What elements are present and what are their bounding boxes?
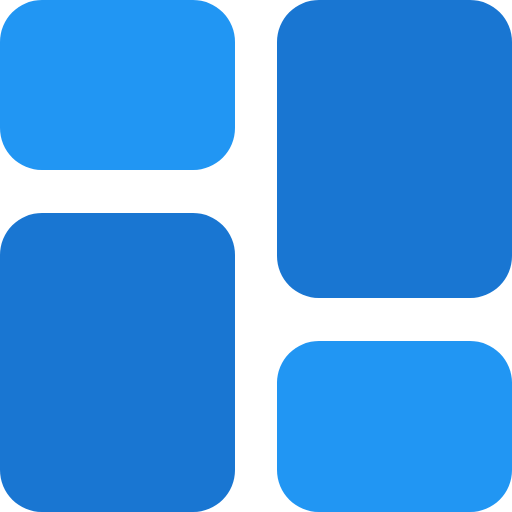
tile-top-right	[277, 0, 512, 298]
tile-bottom-left	[0, 213, 235, 512]
dashboard-layout-icon	[0, 0, 512, 512]
tile-top-left	[0, 0, 235, 170]
tile-bottom-right	[277, 341, 512, 512]
